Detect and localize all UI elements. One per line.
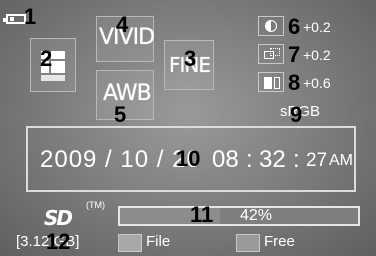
image-size-icon	[41, 51, 65, 81]
battery-icon	[3, 14, 26, 24]
camera-info-screen: VIVID AWB FINE +0.2 +0.2 +0.6 sRGB 2009 …	[0, 0, 376, 256]
callout-10: 10	[176, 146, 201, 171]
callout-11: 11	[190, 202, 214, 227]
legend-file-swatch	[118, 234, 142, 252]
white-balance-value: AWB	[103, 81, 152, 106]
second-value: 27	[306, 150, 328, 171]
hour-value: 08	[212, 146, 239, 173]
minute-value: 32	[259, 146, 286, 173]
callout-7: 7	[288, 42, 301, 67]
contrast-icon	[258, 16, 284, 36]
sd-trademark: (TM)	[86, 200, 105, 210]
callout-3: 3	[184, 46, 197, 71]
contrast-value: +0.2	[303, 19, 331, 35]
callout-6: 6	[288, 14, 301, 39]
legend-file-label: File	[146, 233, 171, 250]
callout-2: 2	[40, 46, 53, 71]
ampm-value: AM	[329, 152, 353, 169]
sharpness-value: +0.2	[303, 47, 331, 63]
callout-4: 4	[116, 12, 129, 37]
legend-free-label: Free	[264, 233, 295, 250]
storage-usage-bar: 42%	[118, 206, 360, 226]
time-separator-1: :	[246, 146, 253, 173]
saturation-icon	[258, 72, 284, 92]
sharpness-icon	[258, 44, 284, 64]
callout-9: 9	[290, 102, 303, 127]
time-separator-2: :	[293, 146, 300, 173]
image-size-tile	[30, 38, 76, 92]
saturation-value: +0.6	[303, 75, 331, 91]
callout-5: 5	[114, 102, 127, 127]
sd-card-icon: SD	[44, 206, 73, 230]
storage-usage-label: 42%	[240, 207, 273, 224]
callout-12: 12	[46, 229, 71, 254]
callout-1: 1	[24, 4, 37, 29]
legend-free-swatch	[236, 234, 260, 252]
callout-8: 8	[288, 70, 301, 95]
